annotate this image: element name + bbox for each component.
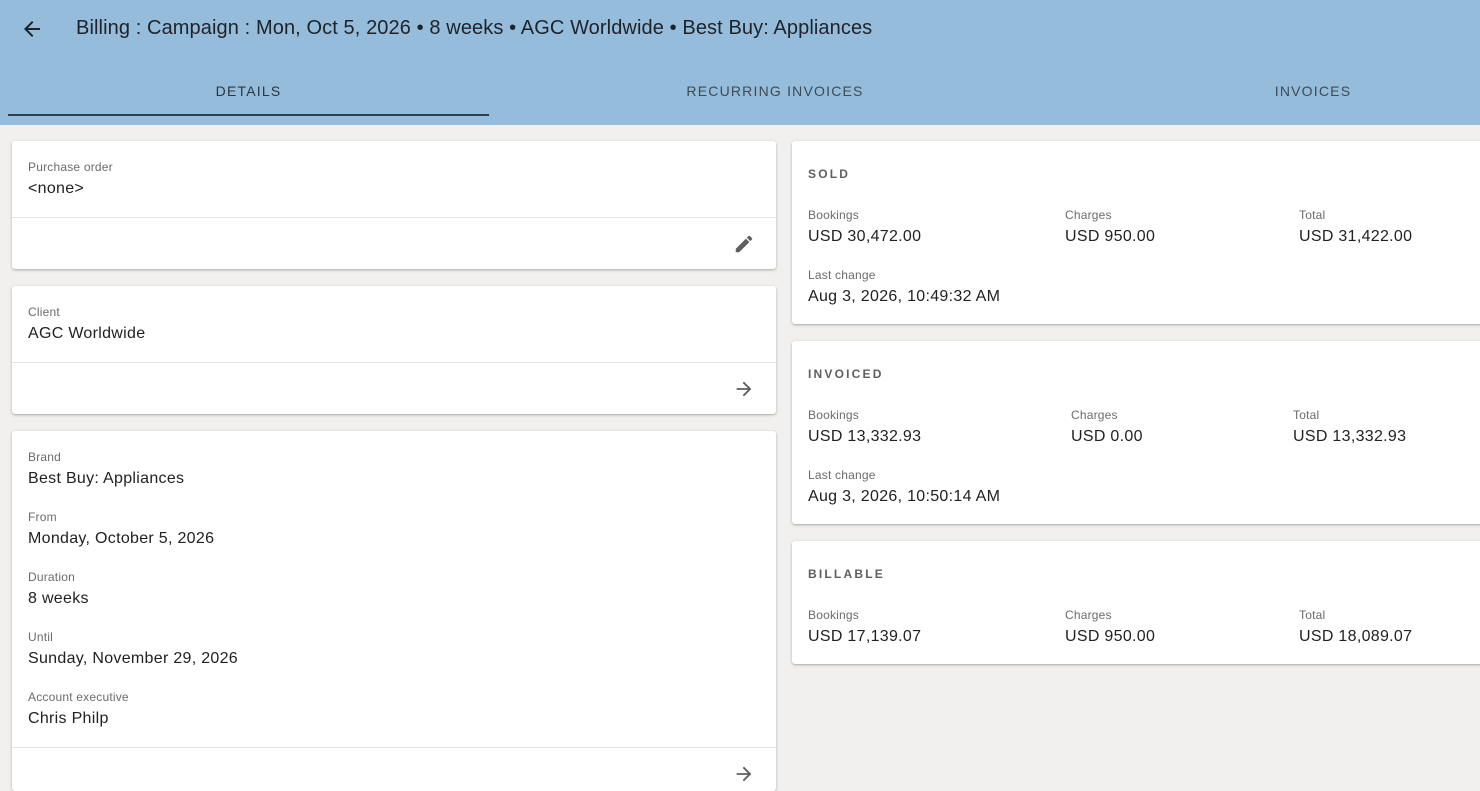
arrow-left-icon: [24, 21, 40, 37]
sold-total-value: USD 31,422.00: [1299, 228, 1413, 245]
sold-bookings-value: USD 30,472.00: [808, 228, 922, 245]
duration-value: 8 weeks: [28, 590, 89, 607]
purchase-order-value: <none>: [28, 180, 85, 197]
brand-label: Brand: [28, 450, 62, 464]
arrow-right-icon: [736, 381, 752, 397]
open-client-button[interactable]: [728, 373, 760, 405]
invoiced-title: INVOICED: [808, 367, 884, 381]
tab-bar: DETAILS RECURRING INVOICES INVOICES: [8, 64, 1480, 118]
billable-total-label: Total: [1299, 608, 1326, 622]
tab-invoices[interactable]: INVOICES: [1073, 64, 1480, 118]
duration-label: Duration: [28, 570, 75, 584]
billable-card: BILLABLE Bookings USD 17,139.07 Charges …: [792, 541, 1480, 664]
billable-title: BILLABLE: [808, 567, 885, 581]
invoiced-charges-label: Charges: [1071, 408, 1118, 422]
invoiced-card: INVOICED Bookings USD 13,332.93 Charges …: [792, 341, 1480, 524]
invoiced-bookings-value: USD 13,332.93: [808, 428, 922, 445]
divider: [12, 747, 776, 748]
purchase-order-card: Purchase order <none>: [12, 141, 776, 269]
invoiced-last-change-value: Aug 3, 2026, 10:50:14 AM: [808, 488, 1001, 505]
sold-title: SOLD: [808, 167, 851, 181]
sold-charges-label: Charges: [1065, 208, 1112, 222]
divider: [12, 362, 776, 363]
account-executive-value: Chris Philp: [28, 710, 109, 727]
invoiced-charges-value: USD 0.00: [1071, 428, 1143, 445]
client-label: Client: [28, 305, 60, 319]
sold-charges-value: USD 950.00: [1065, 228, 1156, 245]
billable-bookings-label: Bookings: [808, 608, 859, 622]
brand-value: Best Buy: Appliances: [28, 470, 185, 487]
from-label: From: [28, 510, 57, 524]
until-value: Sunday, November 29, 2026: [28, 650, 238, 667]
from-value: Monday, October 5, 2026: [28, 530, 215, 547]
app-bar: Billing : Campaign : Mon, Oct 5, 2026 • …: [0, 0, 1480, 125]
billable-total-value: USD 18,089.07: [1299, 628, 1413, 645]
tab-details[interactable]: DETAILS: [8, 64, 489, 118]
invoiced-bookings-label: Bookings: [808, 408, 859, 422]
billable-bookings-value: USD 17,139.07: [808, 628, 922, 645]
billable-charges-value: USD 950.00: [1065, 628, 1156, 645]
until-label: Until: [28, 630, 54, 644]
pencil-icon: [735, 235, 753, 253]
client-value: AGC Worldwide: [28, 325, 146, 342]
campaign-details-card: Brand Best Buy: Appliances From Monday, …: [12, 431, 776, 791]
invoiced-last-change-label: Last change: [808, 468, 876, 482]
client-card: Client AGC Worldwide: [12, 286, 776, 414]
purchase-order-label: Purchase order: [28, 160, 113, 174]
tab-recurring-invoices[interactable]: RECURRING INVOICES: [535, 64, 1015, 118]
page-title: Billing : Campaign : Mon, Oct 5, 2026 • …: [76, 17, 873, 39]
open-campaign-button[interactable]: [728, 758, 760, 790]
invoiced-total-value: USD 13,332.93: [1293, 428, 1407, 445]
active-tab-indicator: [8, 114, 489, 116]
sold-last-change-label: Last change: [808, 268, 876, 282]
account-executive-label: Account executive: [28, 690, 129, 704]
billable-charges-label: Charges: [1065, 608, 1112, 622]
invoiced-total-label: Total: [1293, 408, 1320, 422]
sold-card: SOLD Bookings USD 30,472.00 Charges USD …: [792, 141, 1480, 324]
sold-total-label: Total: [1299, 208, 1326, 222]
back-button[interactable]: [14, 11, 50, 47]
edit-purchase-order-button[interactable]: [728, 228, 760, 260]
sold-last-change-value: Aug 3, 2026, 10:49:32 AM: [808, 288, 1001, 305]
sold-bookings-label: Bookings: [808, 208, 859, 222]
divider: [12, 217, 776, 218]
